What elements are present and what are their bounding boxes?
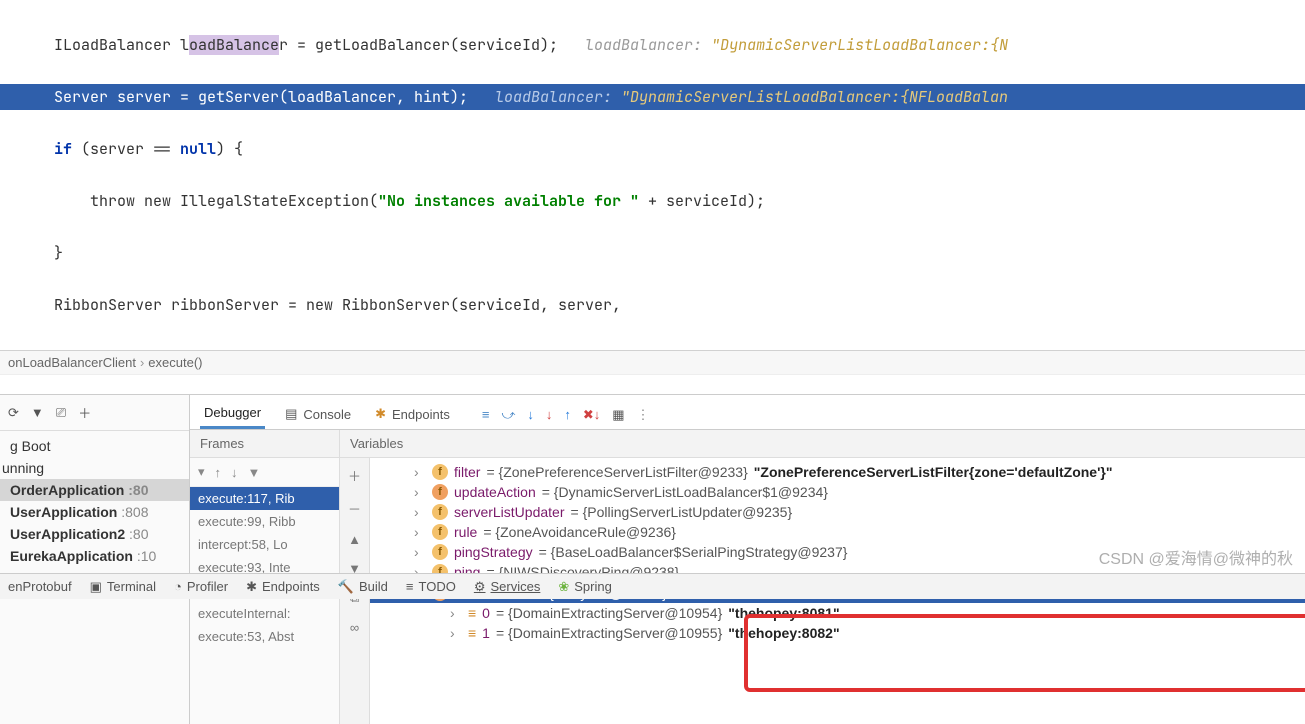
step-out-icon[interactable]: ↑ bbox=[564, 407, 571, 423]
filter-icon[interactable]: ▼ bbox=[31, 405, 44, 420]
remove-watch-icon[interactable]: － bbox=[348, 499, 361, 518]
add-watch-icon[interactable]: ＋ bbox=[348, 466, 361, 485]
frame-item[interactable]: execute:117, Rib bbox=[190, 487, 339, 510]
next-frame-icon[interactable]: ↓ bbox=[231, 465, 238, 480]
filter-frames-icon[interactable]: ▼ bbox=[248, 465, 261, 480]
run-config-eureka[interactable]: EurekaApplication :10 bbox=[0, 545, 189, 567]
services-icon: ⚙ bbox=[474, 579, 486, 595]
build-icon: 🔨 bbox=[338, 579, 354, 595]
endpoints-icon: ✱ bbox=[375, 406, 386, 422]
threads-icon[interactable]: ≡ bbox=[482, 407, 490, 423]
frame-item[interactable]: execute:99, Ribb bbox=[190, 510, 339, 533]
frame-item[interactable]: intercept:58, Lo bbox=[190, 533, 339, 556]
variables-header: Variables bbox=[340, 430, 1305, 458]
editor[interactable]: ILoadBalancer loadBalancer = getLoadBala… bbox=[0, 0, 1305, 350]
tool-protobuf[interactable]: enProtobuf bbox=[8, 579, 72, 594]
tool-terminal[interactable]: ▣Terminal bbox=[90, 579, 156, 595]
run-header: g Boot bbox=[0, 435, 189, 457]
run-config-user[interactable]: UserApplication :808 bbox=[0, 501, 189, 523]
glasses-icon[interactable]: ∞ bbox=[350, 620, 359, 635]
var-node: ›fupdateAction = {DynamicServerListLoadB… bbox=[370, 482, 1305, 502]
watermark: CSDN @爱海情@微神的秋 bbox=[1099, 545, 1293, 569]
prev-frame-icon[interactable]: ↑ bbox=[215, 465, 222, 480]
run-dashboard: ⟳ ▼ ⎚ ＋ g Boot unning OrderApplication :… bbox=[0, 395, 190, 724]
dropdown-icon[interactable]: ▾ bbox=[198, 464, 205, 480]
tab-endpoints[interactable]: ✱Endpoints bbox=[371, 402, 454, 428]
var-node: ›ffilter = {ZonePreferenceServerListFilt… bbox=[370, 462, 1305, 482]
profiler-icon: ◔ bbox=[174, 579, 182, 594]
up-icon[interactable]: ▲ bbox=[348, 532, 361, 547]
code-line: throw new IllegalStateException("No inst… bbox=[54, 188, 1305, 214]
todo-icon: ≡ bbox=[406, 579, 414, 594]
inlay-hint: loadBalancer: bbox=[585, 35, 711, 55]
debug-tabs: Debugger ▤Console ✱Endpoints ≡ ⤻ ↓ ↓ ↑ ✖… bbox=[190, 395, 1305, 430]
run-to-cursor-icon[interactable]: ✖↓ bbox=[583, 407, 600, 423]
more-icon[interactable]: ⋮ bbox=[637, 407, 650, 423]
var-child: ›≡0 = {DomainExtractingServer@10954} "th… bbox=[370, 603, 1305, 623]
tab-console[interactable]: ▤Console bbox=[281, 402, 355, 428]
terminal-icon: ▣ bbox=[90, 579, 102, 595]
selection: oadBalance bbox=[189, 35, 279, 55]
var-node: ›fserverListUpdater = {PollingServerList… bbox=[370, 502, 1305, 522]
code-line: if (server == null) { bbox=[54, 136, 1305, 162]
status-bar: enProtobuf ▣Terminal ◔Profiler ✱Endpoint… bbox=[0, 573, 1305, 599]
tool-profiler[interactable]: ◔Profiler bbox=[174, 579, 228, 594]
frames-header: Frames bbox=[190, 430, 339, 458]
list-element-icon: ≡ bbox=[468, 625, 476, 641]
list-element-icon: ≡ bbox=[468, 605, 476, 621]
frame-item[interactable]: executeInternal: bbox=[190, 602, 339, 625]
spring-icon: ❀ bbox=[558, 579, 569, 595]
var-child: ›≡1 = {DomainExtractingServer@10955} "th… bbox=[370, 623, 1305, 643]
force-step-into-icon[interactable]: ↓ bbox=[546, 407, 553, 423]
tool-services[interactable]: ⚙Services bbox=[474, 579, 541, 595]
layout-icon[interactable]: ⎚ bbox=[56, 405, 66, 421]
code-line: } bbox=[54, 240, 1305, 266]
evaluate-icon[interactable]: ▦ bbox=[612, 407, 624, 423]
endpoints-icon: ✱ bbox=[246, 579, 257, 595]
tool-spring[interactable]: ❀Spring bbox=[558, 579, 611, 595]
frame-item[interactable]: execute:53, Abst bbox=[190, 625, 339, 648]
run-status: unning bbox=[0, 457, 189, 479]
code-line: ILoadBalancer loadBalancer = getLoadBala… bbox=[54, 32, 1305, 58]
tab-debugger[interactable]: Debugger bbox=[200, 401, 265, 429]
step-over-icon[interactable]: ⤻ bbox=[501, 407, 515, 423]
run-config-order[interactable]: OrderApplication :80 bbox=[0, 479, 189, 501]
step-into-icon[interactable]: ↓ bbox=[527, 407, 534, 423]
add-icon[interactable]: ＋ bbox=[78, 403, 91, 422]
tool-build[interactable]: 🔨Build bbox=[338, 579, 388, 595]
tool-endpoints[interactable]: ✱Endpoints bbox=[246, 579, 320, 595]
run-config-user2[interactable]: UserApplication2 :80 bbox=[0, 523, 189, 545]
code-line: RibbonServer ribbonServer = new RibbonSe… bbox=[54, 292, 1305, 318]
rerun-icon[interactable]: ⟳ bbox=[8, 405, 19, 421]
breadcrumb[interactable]: onLoadBalancerClient›execute() bbox=[0, 350, 1305, 374]
execution-line: Server server = getServer(loadBalancer, … bbox=[0, 84, 1305, 110]
console-icon: ▤ bbox=[285, 406, 297, 422]
var-node: ›frule = {ZoneAvoidanceRule@9236} bbox=[370, 522, 1305, 542]
run-toolbar: ⟳ ▼ ⎚ ＋ bbox=[0, 395, 189, 431]
tool-todo[interactable]: ≡TODO bbox=[406, 579, 456, 594]
